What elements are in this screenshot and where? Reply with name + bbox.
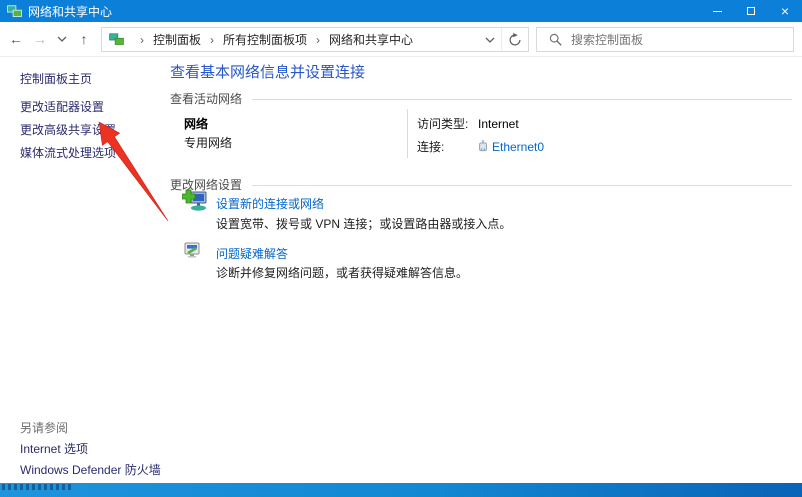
network-sharing-center-window: 网络和共享中心 × ← → ↑ › 控制面板 › 所有控制面板项 › 网络和共享… xyxy=(0,0,802,497)
maximize-icon xyxy=(747,7,755,15)
connection-label: 连接: xyxy=(417,140,445,154)
connection-ethernet0-link[interactable]: Ethernet0 xyxy=(492,140,544,154)
sidebar-item-windows-defender-firewall[interactable]: Windows Defender 防火墙 xyxy=(20,461,161,478)
bottom-desktop-strip xyxy=(0,483,802,497)
address-bar: ← → ↑ › 控制面板 › 所有控制面板项 › 网络和共享中心 xyxy=(0,22,802,57)
section-divider xyxy=(252,99,792,100)
section-label: 查看活动网络 xyxy=(170,92,243,106)
network-details: 访问类型: Internet 连接: Ethernet0 xyxy=(417,115,544,155)
back-button[interactable]: ← xyxy=(6,29,26,49)
breadcrumb-all-items[interactable]: 所有控制面板项 xyxy=(223,31,307,48)
history-chevron-icon[interactable] xyxy=(52,29,72,49)
see-also-header: 另请参阅 xyxy=(20,421,69,435)
sidebar-item-change-adapter-settings[interactable]: 更改适配器设置 xyxy=(20,98,104,115)
network-panel-divider xyxy=(407,109,408,158)
setup-new-connection-desc: 设置宽带、拨号或 VPN 连接；或设置路由器或接入点。 xyxy=(216,217,512,231)
section-change-network-settings: 更改网络设置 xyxy=(170,176,792,193)
setup-new-connection-link[interactable]: 设置新的连接或网络 xyxy=(216,195,324,212)
breadcrumb-network-sharing[interactable]: 网络和共享中心 xyxy=(329,31,413,48)
troubleshoot-icon xyxy=(182,241,202,264)
sidebar-item-media-streaming-options[interactable]: 媒体流式处理选项 xyxy=(20,144,116,161)
desktop-artifact xyxy=(2,484,72,490)
page-title: 查看基本网络信息并设置连接 xyxy=(170,64,366,81)
search-icon xyxy=(549,33,562,46)
network-profile: 专用网络 xyxy=(184,136,233,150)
access-type-label: 访问类型: xyxy=(417,117,469,131)
forward-button[interactable]: → xyxy=(30,29,50,49)
address-dropdown-chevron-icon[interactable] xyxy=(479,28,501,51)
search-box[interactable] xyxy=(536,27,794,52)
network-name: 网络 xyxy=(184,117,209,131)
breadcrumb-separator: › xyxy=(316,32,321,47)
search-input[interactable] xyxy=(571,32,787,47)
troubleshoot-problems-desc: 诊断并修复网络问题，或者获得疑难解答信息。 xyxy=(216,266,469,280)
troubleshoot-problems-link[interactable]: 问题疑难解答 xyxy=(216,245,288,262)
close-button[interactable]: × xyxy=(768,0,802,22)
breadcrumb-separator: › xyxy=(210,32,215,47)
refresh-button[interactable] xyxy=(501,28,528,51)
access-type-value: Internet xyxy=(478,116,519,131)
window-title: 网络和共享中心 xyxy=(28,4,113,19)
active-network-info: 网络 专用网络 xyxy=(184,115,232,153)
network-sharing-icon xyxy=(109,33,124,46)
up-button[interactable]: ↑ xyxy=(74,29,94,49)
breadcrumb-separator: › xyxy=(140,32,144,47)
sidebar-item-internet-options[interactable]: Internet 选项 xyxy=(20,440,88,457)
titlebar: 网络和共享中心 × xyxy=(0,0,802,22)
network-sharing-icon xyxy=(7,4,22,18)
sidebar-item-change-advanced-sharing-settings[interactable]: 更改高级共享设置 xyxy=(20,121,116,138)
maximize-button[interactable] xyxy=(734,0,768,22)
minimize-icon xyxy=(712,10,722,12)
section-divider xyxy=(252,185,792,186)
window-controls: × xyxy=(700,0,802,22)
section-active-networks: 查看活动网络 xyxy=(170,90,792,107)
ethernet-icon xyxy=(478,140,488,153)
content-area: 控制面板主页 更改适配器设置 更改高级共享设置 媒体流式处理选项 另请参阅 In… xyxy=(0,57,802,483)
minimize-button[interactable] xyxy=(700,0,734,22)
sidebar-item-control-panel-home[interactable]: 控制面板主页 xyxy=(20,70,92,87)
breadcrumb-control-panel[interactable]: 控制面板 xyxy=(153,31,201,48)
new-connection-icon xyxy=(181,189,208,216)
breadcrumb[interactable]: › 控制面板 › 所有控制面板项 › 网络和共享中心 xyxy=(101,27,529,52)
